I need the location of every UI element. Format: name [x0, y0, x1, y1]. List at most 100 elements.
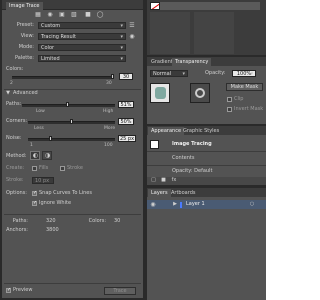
paths-slider-thumb[interactable] [66, 102, 69, 107]
footer-divider [4, 283, 141, 284]
artwork-thumbnail [150, 83, 170, 103]
strokes-checkbox[interactable] [60, 166, 65, 171]
palette-dropdown[interactable]: Limited [38, 55, 126, 63]
appearance-object-swatch [150, 140, 159, 149]
tool-strip-column-2 [194, 12, 234, 54]
new-fill-icon[interactable]: ■ [160, 177, 167, 184]
appearance-contents[interactable]: Contents [172, 155, 195, 162]
stroke-field[interactable]: 10 px [32, 177, 54, 184]
mask-thumbnail[interactable] [190, 83, 210, 103]
advanced-triangle-icon[interactable]: ▼ [5, 90, 11, 97]
appearance-row-divider [147, 151, 266, 152]
colors-slider-thumb[interactable] [111, 74, 114, 79]
none-slash-icon [151, 3, 159, 9]
paths-value-field[interactable]: 51% [118, 101, 134, 108]
make-mask-button[interactable]: Make Mask [226, 83, 263, 91]
none-swatch[interactable] [150, 2, 160, 10]
ignore-white-label: Ignore White [39, 200, 72, 206]
swatch-grid [160, 2, 260, 10]
palette-value: Limited [41, 56, 60, 62]
noise-max-label: 100 [104, 143, 113, 148]
stats-colors-value: 30 [114, 218, 121, 224]
stats-divider [4, 214, 141, 215]
options-label: Options: [6, 190, 27, 196]
colors-min-label: 2 [10, 81, 13, 86]
opacity-label: Opacity: [205, 70, 226, 76]
blend-mode-dropdown[interactable]: Normal [150, 70, 188, 78]
ignore-white-checkbox[interactable] [32, 200, 37, 206]
opacity-field[interactable]: 100% [232, 70, 256, 78]
noise-slider-thumb[interactable] [49, 136, 52, 141]
stats-paths-label: Paths: [12, 218, 28, 224]
corners-less-label: Less [34, 126, 44, 131]
outline-icon[interactable]: ◯ [96, 11, 104, 18]
trace-thumbnail-icon [155, 87, 166, 99]
noise-label: Noise: [6, 135, 22, 141]
tab-artboards[interactable]: Artboards [168, 189, 198, 197]
auto-color-icon[interactable]: ▦ [34, 11, 42, 18]
overlapping-icon: ◑ [44, 152, 51, 159]
abutting-icon: ◐ [32, 152, 39, 159]
preset-dropdown[interactable]: Custom [38, 22, 126, 30]
noise-slider-track[interactable] [28, 138, 115, 141]
noise-min-label: 1 [30, 143, 33, 148]
corners-more-label: More [104, 126, 116, 131]
tab-transparency[interactable]: Transparency [172, 58, 212, 66]
stats-anchors-label: Anchors: [6, 227, 28, 233]
layers-panel [147, 197, 266, 300]
expand-triangle-icon[interactable]: ▶ [172, 201, 178, 208]
stats-anchors-value: 3800 [46, 227, 59, 233]
target-circle-icon[interactable]: ○ [248, 201, 256, 208]
advanced-label[interactable]: Advanced [13, 90, 38, 97]
paths-low-label: Low [36, 109, 45, 114]
method-abutting-button[interactable]: ◐ [30, 151, 40, 160]
layer-color-swatch [180, 202, 182, 208]
visibility-eye-icon[interactable]: ◉ [149, 201, 157, 208]
paths-high-label: High [103, 109, 114, 114]
preset-menu-icon[interactable]: ☰ [128, 22, 136, 29]
grayscale-icon[interactable]: ▧ [70, 11, 78, 18]
view-dropdown[interactable]: Tracing Result [38, 33, 126, 41]
colors-slider-track[interactable] [12, 76, 114, 79]
noise-value-field[interactable]: 25 px [118, 135, 136, 142]
low-color-icon[interactable]: ▣ [58, 11, 66, 18]
no-mask-icon [195, 88, 205, 98]
corners-slider-thumb[interactable] [70, 119, 73, 124]
clip-checkbox[interactable] [227, 97, 232, 102]
corners-value-field[interactable]: 50% [118, 118, 134, 125]
stroke-label: Stroke: [6, 177, 24, 183]
strokes-label: Stroke [67, 165, 83, 171]
invert-mask-label: Invert Mask [234, 106, 264, 112]
trace-button[interactable]: Trace [104, 287, 136, 295]
method-overlapping-button[interactable]: ◑ [42, 151, 52, 160]
tab-graphic-styles[interactable]: Graphic Styles [180, 127, 222, 135]
mode-label: Mode: [18, 44, 34, 50]
fills-checkbox[interactable] [32, 166, 37, 171]
snap-curves-checkbox[interactable] [32, 190, 37, 196]
preset-label: Preset: [16, 22, 34, 28]
tool-strip-column [150, 12, 190, 54]
mode-dropdown[interactable]: Color [38, 44, 126, 52]
fx-icon[interactable]: fx [170, 177, 178, 184]
method-label: Method: [6, 153, 27, 159]
image-trace-tab[interactable]: Image Trace [6, 2, 43, 10]
clip-label: Clip [234, 96, 244, 102]
layer-name[interactable]: Layer 1 [186, 201, 205, 208]
new-stroke-icon[interactable]: □ [150, 177, 157, 184]
view-label: View: [20, 33, 34, 39]
black-white-icon[interactable]: ■ [84, 11, 92, 18]
fills-label: Fills [39, 165, 49, 171]
preview-label: Preview [13, 287, 33, 293]
view-value: Tracing Result [41, 34, 76, 40]
create-label: Create: [6, 165, 25, 171]
appearance-object-name: Image Tracing [172, 141, 212, 147]
tab-appearance[interactable]: Appearance [148, 127, 185, 135]
colors-label: Colors: [6, 66, 24, 72]
appearance-opacity-row[interactable]: Opacity: Default [172, 168, 212, 175]
view-eye-icon[interactable]: ◉ [128, 33, 136, 40]
invert-mask-checkbox[interactable] [227, 107, 232, 112]
snap-curves-label: Snap Curves To Lines [39, 190, 92, 196]
high-color-icon[interactable]: ◉ [46, 11, 54, 18]
preview-checkbox[interactable] [6, 287, 11, 293]
colors-value-field[interactable]: 30 [119, 73, 133, 80]
